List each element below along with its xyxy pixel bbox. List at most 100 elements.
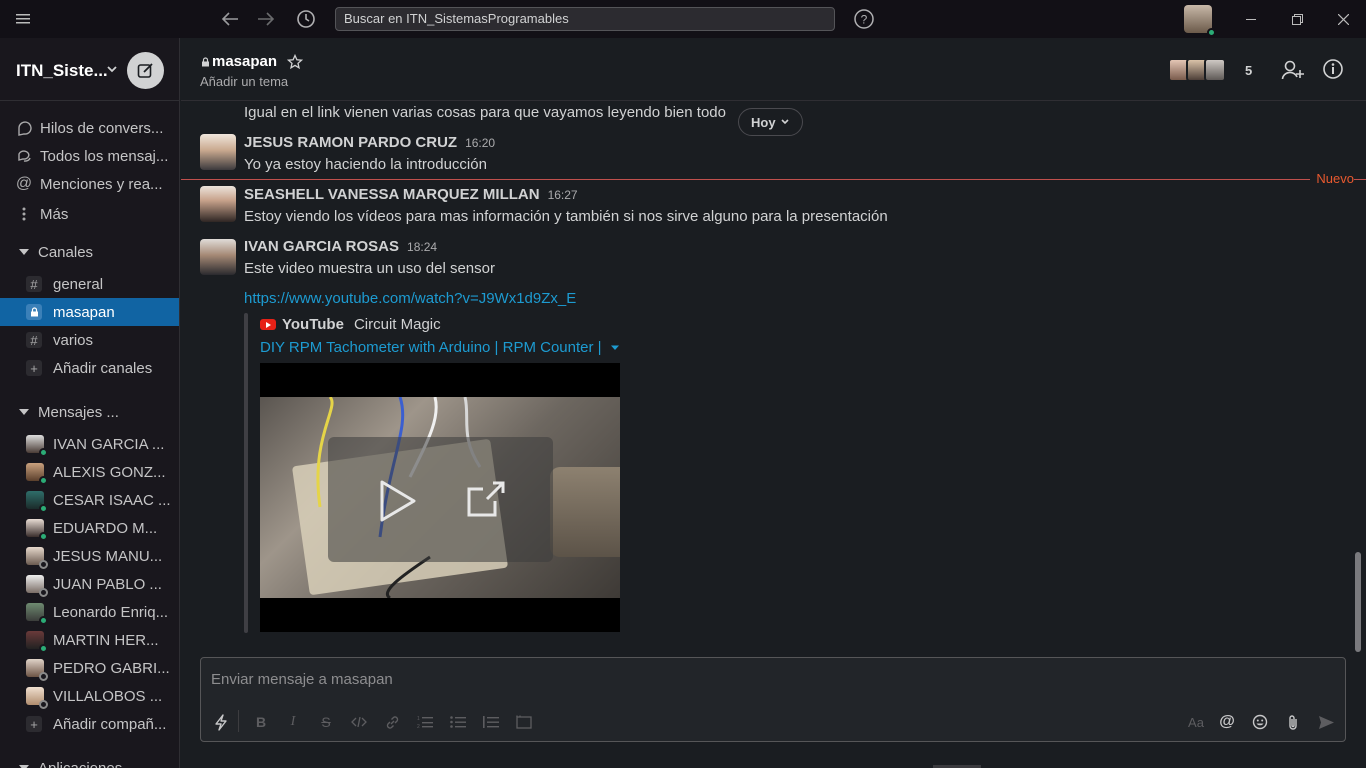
back-arrow-icon[interactable]: [219, 8, 241, 30]
presence-indicator: [39, 448, 48, 457]
sidebar-item-more[interactable]: Más: [0, 200, 179, 228]
author-name[interactable]: JESUS RAMON PARDO CRUZ: [244, 134, 457, 151]
sidebar-item-masapan[interactable]: masapan: [0, 298, 179, 326]
compose-icon: [137, 63, 153, 78]
channel-name: masapan: [212, 53, 278, 70]
sidebar-item-dm[interactable]: IVAN GARCIA ...: [0, 430, 179, 458]
chevron-down-icon[interactable]: [105, 62, 119, 76]
sidebar-item-dm[interactable]: EDUARDO M...: [0, 514, 179, 542]
forward-arrow-icon[interactable]: [255, 8, 277, 30]
minimize-icon[interactable]: [1228, 0, 1274, 38]
bold-icon[interactable]: B: [251, 712, 271, 732]
sidebar-item-dm[interactable]: VILLALOBOS ...: [0, 682, 179, 710]
code-icon[interactable]: [349, 712, 369, 732]
menu-icon[interactable]: [0, 0, 46, 38]
emoji-icon[interactable]: [1250, 712, 1270, 732]
add-channels-button[interactable]: + Añadir canales: [0, 354, 179, 382]
attachment-title[interactable]: DIY RPM Tachometer with Arduino | RPM Co…: [260, 339, 620, 356]
restore-icon[interactable]: [1274, 0, 1320, 38]
message-scrollbar[interactable]: [1355, 552, 1361, 652]
blockquote-icon[interactable]: [481, 712, 501, 732]
add-teammates-button[interactable]: + Añadir compañ...: [0, 710, 179, 738]
sidebar: ITN_Siste... Hilos de convers... Todos l…: [0, 38, 180, 768]
strikethrough-icon[interactable]: S: [316, 712, 336, 732]
sidebar-item-general[interactable]: # general: [0, 270, 179, 298]
send-icon[interactable]: [1316, 712, 1336, 732]
avatar[interactable]: [200, 186, 236, 222]
add-member-icon[interactable]: [1281, 58, 1305, 86]
dm-label: JUAN PABLO ...: [53, 575, 162, 593]
sidebar-item-dm[interactable]: PEDRO GABRI...: [0, 654, 179, 682]
date-divider-pill[interactable]: Hoy: [738, 108, 803, 136]
link-icon[interactable]: [382, 712, 402, 732]
sidebar-item-all-messages[interactable]: Todos los mensaj...: [0, 142, 179, 170]
youtube-link[interactable]: https://www.youtube.com/watch?v=J9Wx1d9Z…: [244, 290, 576, 307]
message-time[interactable]: 18:24: [407, 240, 437, 254]
bulleted-list-icon[interactable]: [448, 712, 468, 732]
apps-section-header[interactable]: Aplicaciones: [0, 754, 179, 768]
play-icon[interactable]: [378, 479, 418, 527]
message-time[interactable]: 16:27: [548, 188, 578, 202]
help-icon[interactable]: ?: [853, 8, 875, 30]
dm-label: MARTIN HER...: [53, 631, 159, 649]
author-name[interactable]: SEASHELL VANESSA MARQUEZ MILLAN: [244, 186, 540, 203]
sidebar-item-dm[interactable]: Leonardo Enriq...: [0, 598, 179, 626]
member-count[interactable]: 5: [1245, 63, 1252, 78]
add-teammates-label: Añadir compañ...: [53, 715, 167, 733]
compose-button[interactable]: [127, 52, 164, 89]
sidebar-item-dm[interactable]: MARTIN HER...: [0, 626, 179, 654]
section-title: Canales: [38, 243, 94, 261]
ordered-list-icon[interactable]: 12: [415, 712, 435, 732]
search-input[interactable]: Buscar en ITN_SistemasProgramables: [335, 7, 835, 31]
star-icon[interactable]: [287, 53, 304, 70]
code-block-icon[interactable]: [514, 712, 534, 732]
message-input[interactable]: Enviar mensaje a masapan: [211, 671, 393, 688]
message-author[interactable]: SEASHELL VANESSA MARQUEZ MILLAN 16:27: [244, 186, 578, 203]
hash-icon: #: [26, 276, 42, 292]
italic-icon[interactable]: I: [283, 712, 303, 732]
avatar[interactable]: [200, 134, 236, 170]
author-name[interactable]: IVAN GARCIA ROSAS: [244, 238, 399, 255]
title-bar: Buscar en ITN_SistemasProgramables ?: [0, 0, 1366, 38]
attachment-author[interactable]: Circuit Magic: [354, 316, 441, 333]
workspace-header[interactable]: ITN_Siste...: [0, 38, 179, 101]
sidebar-item-label: Todos los mensaj...: [40, 147, 169, 165]
sidebar-item-mentions[interactable]: @ Menciones y rea...: [0, 170, 179, 198]
mention-icon[interactable]: @: [1217, 712, 1237, 732]
workspace-name[interactable]: ITN_Siste...: [16, 61, 108, 81]
avatar[interactable]: [200, 239, 236, 275]
video-player[interactable]: [260, 363, 620, 632]
sidebar-item-dm[interactable]: JESUS MANU...: [0, 542, 179, 570]
channel-title[interactable]: masapan: [201, 53, 304, 70]
history-clock-icon[interactable]: [295, 8, 317, 30]
sidebar-item-dm[interactable]: ALEXIS GONZ...: [0, 458, 179, 486]
presence-indicator: [39, 532, 48, 541]
caret-down-icon: [610, 345, 619, 350]
attachment-service[interactable]: YouTube: [282, 316, 344, 333]
user-avatar[interactable]: [1184, 5, 1216, 37]
shortcuts-lightning-icon[interactable]: [211, 712, 231, 732]
sidebar-item-dm[interactable]: CESAR ISAAC ...: [0, 486, 179, 514]
sidebar-item-threads[interactable]: Hilos de convers...: [0, 114, 179, 142]
formatting-toggle[interactable]: Aa: [1185, 712, 1207, 732]
open-external-icon[interactable]: [465, 479, 507, 523]
member-avatars[interactable]: [1168, 58, 1226, 82]
message-composer[interactable]: Enviar mensaje a masapan B I S 12 Aa @: [200, 657, 1346, 742]
info-icon[interactable]: [1322, 58, 1344, 84]
message-author[interactable]: IVAN GARCIA ROSAS 18:24: [244, 238, 437, 255]
sidebar-item-varios[interactable]: # varios: [0, 326, 179, 354]
message-time[interactable]: 16:20: [465, 136, 495, 150]
toolbar-divider: [238, 710, 239, 732]
attachment-title-text[interactable]: DIY RPM Tachometer with Arduino | RPM Co…: [260, 339, 602, 356]
channel-topic[interactable]: Añadir un tema: [200, 74, 288, 89]
close-icon[interactable]: [1320, 0, 1366, 38]
sidebar-item-dm[interactable]: JUAN PABLO ...: [0, 570, 179, 598]
sidebar-item-label: Más: [40, 205, 69, 223]
message-author[interactable]: JESUS RAMON PARDO CRUZ 16:20: [244, 134, 495, 151]
channels-section-header[interactable]: Canales: [0, 238, 179, 266]
attachment-paperclip-icon[interactable]: [1283, 712, 1303, 732]
caret-down-icon: [19, 409, 29, 415]
dms-section-header[interactable]: Mensajes ...: [0, 398, 179, 426]
chevron-down-icon: [780, 119, 789, 125]
dm-label: EDUARDO M...: [53, 519, 158, 537]
